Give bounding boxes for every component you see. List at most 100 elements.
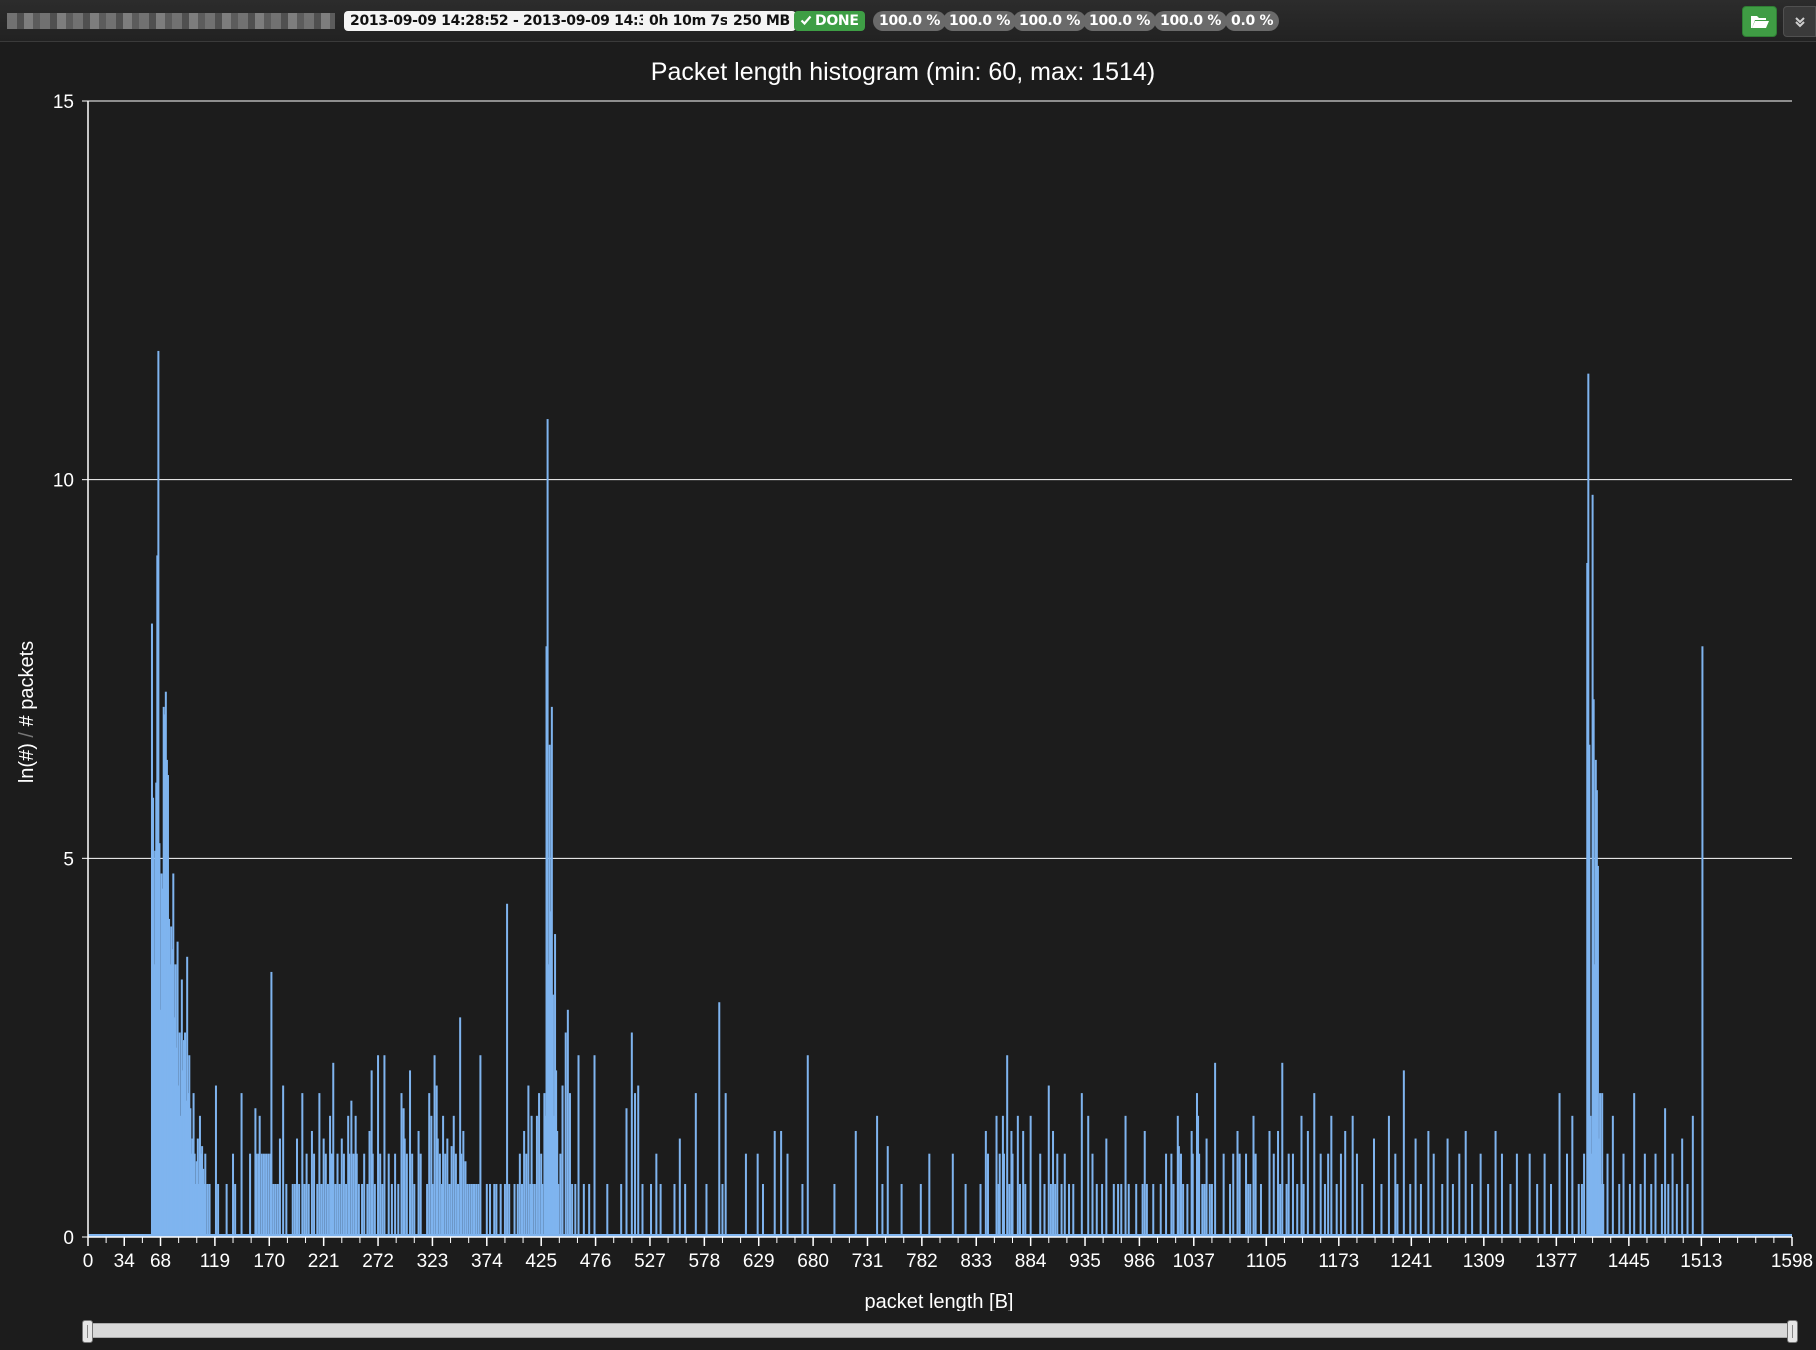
histogram-bar — [1402, 1070, 1405, 1237]
y-tick-label: 10 — [53, 471, 74, 492]
histogram-bar — [833, 1183, 836, 1237]
y-axis-label-secondary: # packets — [16, 641, 38, 727]
histogram-bar — [345, 1183, 348, 1237]
histogram-bar — [1006, 1055, 1009, 1237]
histogram-bar — [1701, 646, 1704, 1237]
histogram-bar — [1127, 1183, 1130, 1237]
open-file-button[interactable] — [1742, 6, 1777, 37]
histogram-bar — [1458, 1153, 1461, 1237]
x-tick-label: 170 — [253, 1251, 285, 1272]
histogram-bar — [240, 1093, 243, 1237]
histogram-bar — [854, 1130, 857, 1237]
histogram-bar — [606, 1183, 609, 1237]
histogram-bar — [1675, 1183, 1678, 1237]
y-tick-label: 0 — [63, 1228, 74, 1249]
histogram-bar — [464, 1161, 467, 1237]
histogram-bar — [1414, 1138, 1417, 1237]
x-tick-label: 884 — [1015, 1251, 1047, 1272]
y-gridlines — [88, 100, 1792, 859]
x-tick-label: 1309 — [1463, 1251, 1505, 1272]
histogram-bar — [541, 1183, 544, 1237]
histogram-bar — [1152, 1183, 1155, 1237]
histogram-bar — [1628, 1183, 1631, 1237]
status-label: DONE — [815, 13, 859, 29]
histogram-bar — [470, 1183, 473, 1237]
histogram-bar — [718, 1002, 721, 1237]
histogram-bar — [298, 1183, 301, 1237]
histogram-bar — [1327, 1153, 1330, 1237]
histogram-bar — [493, 1183, 496, 1237]
histogram-bar — [634, 1093, 637, 1237]
x-tick-label: 986 — [1124, 1251, 1156, 1272]
histogram-bar — [225, 1183, 228, 1237]
histogram-bar — [272, 1183, 275, 1237]
histogram-bar — [1232, 1153, 1235, 1237]
histogram-bar — [282, 1085, 285, 1237]
histogram-bar — [503, 1183, 506, 1237]
histogram-bar — [466, 1183, 469, 1237]
progress-badge: 100.0 % — [1013, 11, 1087, 31]
histogram-bar — [397, 1183, 400, 1237]
histogram-bar — [307, 1183, 310, 1237]
histogram-bar — [1259, 1183, 1262, 1237]
range-slider-handle-right[interactable] — [1787, 1320, 1798, 1343]
histogram-bar — [1671, 1153, 1674, 1237]
histogram-bar — [383, 1055, 386, 1237]
histogram-bar — [1602, 1183, 1605, 1237]
histogram-bar — [390, 1183, 393, 1237]
x-tick-label: 0 — [83, 1251, 94, 1272]
histogram-bar — [1319, 1153, 1322, 1237]
histogram-bars — [88, 350, 1792, 1238]
histogram-bar — [1394, 1153, 1397, 1237]
histogram-bar — [1236, 1130, 1239, 1237]
histogram-bar — [1024, 1183, 1027, 1237]
range-slider-handle-left[interactable] — [82, 1320, 93, 1343]
progress-badge: 100.0 % — [1083, 11, 1157, 31]
histogram-bar — [366, 1183, 369, 1237]
histogram-bar — [394, 1153, 397, 1237]
histogram-bar — [338, 1183, 341, 1237]
histogram-bar — [1254, 1153, 1257, 1237]
histogram-bar — [1550, 1183, 1553, 1237]
histogram-bar — [350, 1100, 353, 1237]
x-axis-label: packet length [B] — [865, 1291, 1014, 1311]
histogram-bar — [1011, 1153, 1014, 1237]
histogram-bar — [1373, 1138, 1375, 1237]
histogram-bar — [1335, 1183, 1338, 1237]
histogram-bar — [518, 1153, 521, 1237]
histogram-bar — [951, 1153, 954, 1237]
histogram-bar — [1170, 1153, 1173, 1237]
histogram-bar — [508, 1183, 511, 1237]
histogram-bar — [1528, 1153, 1531, 1237]
double-chevron-down-icon — [1795, 17, 1805, 28]
histogram-bar — [1361, 1183, 1364, 1237]
histogram-bar — [986, 1153, 989, 1237]
histogram-bar — [1203, 1183, 1206, 1237]
histogram-bar — [1054, 1183, 1057, 1237]
histogram-bar — [1660, 1183, 1663, 1237]
histogram-bar — [499, 1183, 502, 1237]
histogram-bar — [568, 1093, 571, 1237]
x-tick-label: 272 — [362, 1251, 394, 1272]
histogram-bar — [1277, 1130, 1280, 1237]
histogram-bar — [260, 1153, 263, 1237]
histogram-bar — [1120, 1183, 1123, 1237]
menu-toggle-button[interactable] — [1783, 6, 1816, 37]
histogram-bar — [1427, 1130, 1430, 1237]
histogram-bar — [332, 1062, 335, 1237]
histogram-bar — [296, 1138, 298, 1237]
range-slider[interactable] — [82, 1320, 1798, 1343]
histogram-bar — [357, 1183, 360, 1237]
x-tick-label: 425 — [525, 1251, 557, 1272]
histogram-bar — [1681, 1138, 1684, 1237]
histogram-bar — [479, 1055, 482, 1237]
histogram-bar — [1339, 1153, 1342, 1237]
histogram-bar — [1016, 1115, 1019, 1237]
histogram-bar — [400, 1093, 403, 1237]
histogram-bar — [577, 1055, 580, 1237]
x-tick-label: 527 — [634, 1251, 666, 1272]
histogram-bar — [342, 1153, 345, 1237]
histogram-bar — [1201, 1183, 1204, 1237]
histogram-bar — [523, 1130, 526, 1237]
histogram-bar — [705, 1183, 708, 1237]
